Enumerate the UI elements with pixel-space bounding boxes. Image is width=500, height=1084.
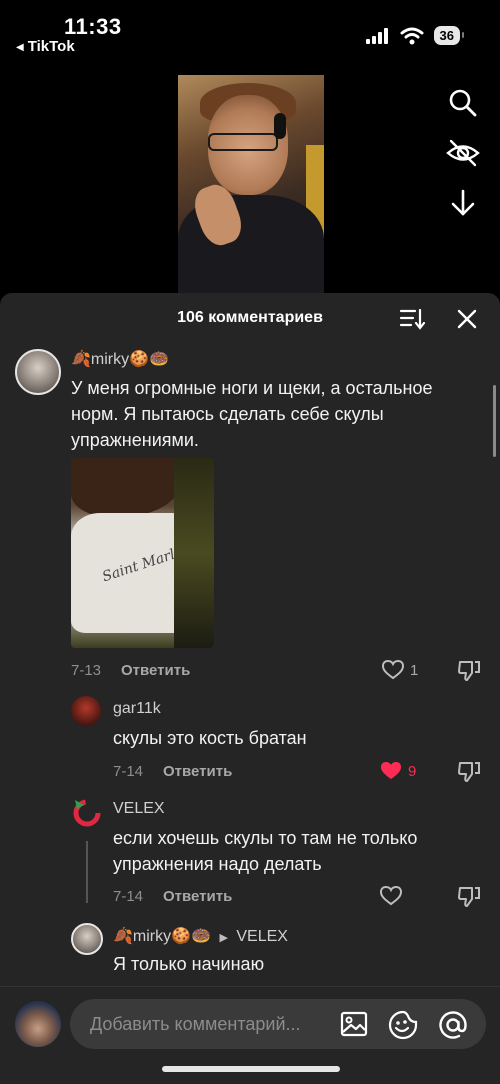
comment-username-text: 🍂mirky🍪🍩 [113, 928, 211, 945]
eye-off-icon[interactable] [446, 138, 480, 168]
comment-text: скулы это кость братан [113, 728, 307, 748]
reply-to-username[interactable]: VELEX [236, 928, 288, 945]
avatar[interactable] [71, 797, 103, 829]
heart-icon [380, 886, 402, 906]
comments-sheet: 106 комментариев 🍂mirky🍪🍩 У меня огромны… [0, 293, 500, 1084]
mention-icon[interactable] [438, 1010, 468, 1040]
like-button[interactable] [380, 886, 402, 906]
back-to-app[interactable]: ◀ TikTok [16, 38, 75, 55]
comment-input[interactable] [90, 999, 330, 1049]
status-time: 11:33 [64, 14, 122, 39]
like-button[interactable]: 9 [380, 761, 416, 781]
reply-button[interactable]: Ответить [163, 763, 232, 780]
video-actions [446, 88, 480, 218]
comment-input-container[interactable] [70, 999, 486, 1049]
wifi-icon [400, 27, 424, 44]
like-count: 1 [410, 661, 419, 679]
heart-icon [381, 762, 401, 779]
comment-date: 7-13 [71, 662, 102, 679]
sort-icon[interactable] [399, 307, 425, 331]
comment-username[interactable]: VELEX [113, 800, 165, 818]
avatar[interactable] [71, 923, 103, 955]
reply-arrow-icon: ▶ [219, 932, 228, 944]
scrollbar[interactable] [493, 385, 496, 457]
avatar[interactable] [15, 349, 61, 395]
comment-date: 7-14 [113, 888, 144, 905]
search-icon[interactable] [448, 88, 478, 118]
comment-text: Я только начинаю [113, 954, 265, 974]
image-icon[interactable] [340, 1010, 368, 1038]
reply-button[interactable]: Ответить [163, 888, 232, 905]
comments-title: 106 комментариев [177, 309, 323, 326]
emoji-icon[interactable] [388, 1010, 418, 1040]
comment-username[interactable]: 🍂mirky🍪🍩 ▶ VELEX [113, 926, 288, 946]
dislike-icon[interactable] [457, 660, 481, 682]
like-count: 9 [408, 762, 417, 780]
reply-button[interactable]: Ответить [121, 662, 190, 679]
close-icon[interactable] [455, 307, 479, 331]
like-button[interactable]: 1 [382, 660, 418, 680]
comment-text: У меня огромные ноги и щеки, а остальное… [71, 378, 433, 450]
comment-text: если хочешь скулы то там не только упраж… [113, 828, 418, 874]
battery-indicator: 36 [433, 26, 465, 45]
status-indicators: 36 [365, 26, 465, 45]
dislike-icon[interactable] [457, 761, 481, 783]
comment-date: 7-14 [113, 763, 144, 780]
home-indicator[interactable] [162, 1066, 340, 1072]
comment-photo[interactable]: Saint Marl [71, 458, 214, 648]
heart-icon [382, 660, 404, 680]
avatar[interactable] [15, 1001, 61, 1047]
dislike-icon[interactable] [457, 886, 481, 908]
comment-username[interactable]: gar11k [113, 700, 161, 718]
signal-icon [365, 27, 388, 44]
avatar[interactable] [71, 696, 101, 726]
download-icon[interactable] [449, 188, 477, 218]
thread-line [86, 841, 88, 903]
back-app-label: TikTok [27, 38, 75, 55]
back-triangle-icon: ◀ [16, 42, 24, 53]
video-preview[interactable] [178, 75, 324, 293]
comment-username[interactable]: 🍂mirky🍪🍩 [71, 349, 169, 369]
